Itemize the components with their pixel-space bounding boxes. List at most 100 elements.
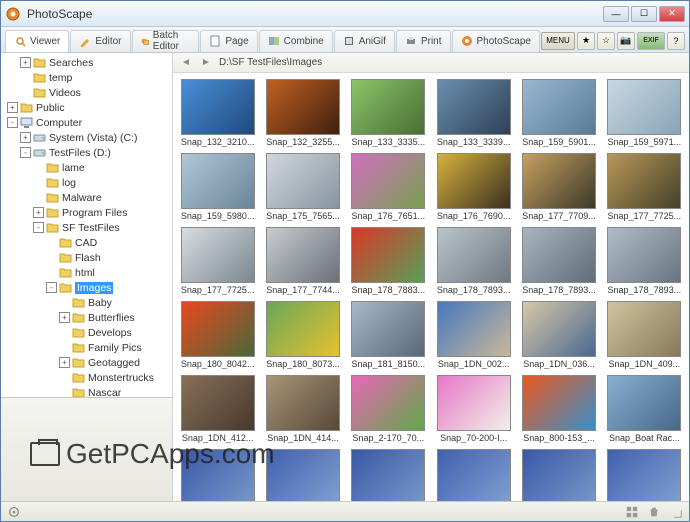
grid-view-icon[interactable] — [625, 505, 639, 519]
thumbnail-caption: Snap_1DN_036... — [523, 359, 595, 369]
thumbnail[interactable]: Snap_70-200-I... — [433, 375, 514, 443]
tree-expander-icon[interactable]: - — [33, 222, 44, 233]
thumbnail[interactable] — [518, 449, 599, 501]
thumbnail[interactable]: Snap_177_7725... — [177, 227, 258, 295]
tree-node[interactable]: -Computer — [1, 115, 172, 130]
thumbnail[interactable]: Snap_178_7893... — [518, 227, 599, 295]
tree-expander-icon[interactable]: + — [20, 132, 31, 143]
tree-node[interactable]: lame — [1, 160, 172, 175]
thumbnail[interactable]: Snap_177_7725... — [604, 153, 685, 221]
thumbnail-caption: Snap_133_3339... — [437, 137, 511, 147]
tree-node[interactable]: html — [1, 265, 172, 280]
thumbnail[interactable]: Snap_Boat Rac... — [604, 375, 685, 443]
thumbnail[interactable] — [604, 449, 685, 501]
tree-node[interactable]: +Butterflies — [1, 310, 172, 325]
thumbnail[interactable]: Snap_133_3335... — [348, 79, 429, 147]
tab-combine[interactable]: Combine — [259, 30, 333, 52]
thumbnail-image — [351, 449, 425, 501]
thumbnail[interactable]: Snap_178_7893... — [604, 227, 685, 295]
tree-node[interactable]: Develops — [1, 325, 172, 340]
tree-node[interactable]: +System (Vista) (C:) — [1, 130, 172, 145]
close-button[interactable]: ✕ — [659, 6, 685, 22]
thumbnail[interactable] — [348, 449, 429, 501]
tree-node[interactable]: Family Pics — [1, 340, 172, 355]
thumbnail[interactable]: Snap_159_5980... — [177, 153, 258, 221]
tree-node[interactable]: Videos — [1, 85, 172, 100]
nav-forward-icon[interactable]: ► — [199, 56, 213, 70]
maximize-button[interactable]: ☐ — [631, 6, 657, 22]
resize-grip-icon[interactable] — [669, 505, 683, 519]
thumbnail[interactable] — [177, 449, 258, 501]
thumbnail[interactable]: Snap_176_7690... — [433, 153, 514, 221]
thumbnail-scroll[interactable]: Snap_132_3210...Snap_132_3255...Snap_133… — [173, 73, 689, 501]
thumbnail[interactable]: Snap_178_7893... — [433, 227, 514, 295]
thumbnail[interactable]: Snap_1DN_409... — [604, 301, 685, 369]
thumbnail[interactable]: Snap_132_3210... — [177, 79, 258, 147]
tree-label: Monstertrucks — [88, 372, 154, 384]
tree-node[interactable]: +Searches — [1, 55, 172, 70]
tree-node[interactable]: Flash — [1, 250, 172, 265]
thumbnail[interactable] — [262, 449, 343, 501]
trash-icon[interactable] — [647, 505, 661, 519]
exif-badge[interactable]: EXIF — [637, 32, 665, 50]
tab-photoscape[interactable]: PhotoScape — [452, 30, 541, 52]
tree-node[interactable]: -Images — [1, 280, 172, 295]
camera-icon[interactable]: 📷 — [617, 32, 635, 50]
tree-expander-icon[interactable]: - — [7, 117, 18, 128]
thumbnail-caption: Snap_178_7893... — [522, 285, 596, 295]
tree-node[interactable]: Malware — [1, 190, 172, 205]
help-icon[interactable]: ? — [667, 32, 685, 50]
thumbnail[interactable]: Snap_177_7744... — [262, 227, 343, 295]
thumbnail[interactable]: Snap_176_7651... — [348, 153, 429, 221]
tree-node[interactable]: -SF TestFiles — [1, 220, 172, 235]
tree-expander-icon[interactable]: - — [46, 282, 57, 293]
tree-node[interactable]: log — [1, 175, 172, 190]
folder-tree[interactable]: +SearchestempVideos+Public-Computer+Syst… — [1, 53, 172, 397]
tab-batch-editor[interactable]: Batch Editor — [132, 30, 200, 52]
tree-expander-icon[interactable]: + — [33, 207, 44, 218]
thumbnail[interactable]: Snap_1DN_414... — [262, 375, 343, 443]
thumbnail[interactable]: Snap_1DN_036... — [518, 301, 599, 369]
tab-viewer[interactable]: Viewer — [5, 30, 69, 52]
thumbnail[interactable]: Snap_177_7709... — [518, 153, 599, 221]
thumbnail[interactable]: Snap_181_8150... — [348, 301, 429, 369]
thumbnail[interactable]: Snap_159_5971... — [604, 79, 685, 147]
thumbnail[interactable]: Snap_180_8073... — [262, 301, 343, 369]
settings-icon[interactable] — [7, 505, 21, 519]
tree-node[interactable]: +Geotagged — [1, 355, 172, 370]
thumbnail[interactable]: Snap_800-153_... — [518, 375, 599, 443]
thumbnail[interactable]: Snap_2-170_70... — [348, 375, 429, 443]
tree-node[interactable]: +Public — [1, 100, 172, 115]
thumbnail[interactable] — [433, 449, 514, 501]
tree-node[interactable]: temp — [1, 70, 172, 85]
tree-expander-icon[interactable]: - — [20, 147, 31, 158]
tree-node[interactable]: CAD — [1, 235, 172, 250]
thumbnail[interactable]: Snap_175_7565... — [262, 153, 343, 221]
thumbnail[interactable]: Snap_132_3255... — [262, 79, 343, 147]
thumbnail[interactable]: Snap_178_7883... — [348, 227, 429, 295]
thumbnail[interactable]: Snap_159_5901... — [518, 79, 599, 147]
thumbnail[interactable]: Snap_133_3339... — [433, 79, 514, 147]
tab-page[interactable]: Page — [200, 30, 257, 52]
thumbnail[interactable]: Snap_180_8042... — [177, 301, 258, 369]
tree-node[interactable]: Nascar — [1, 385, 172, 397]
minimize-button[interactable]: ― — [603, 6, 629, 22]
thumbnail-caption: Snap_159_5980... — [181, 211, 255, 221]
tree-node[interactable]: +Program Files — [1, 205, 172, 220]
tree-node[interactable]: -TestFiles (D:) — [1, 145, 172, 160]
menu-button[interactable]: MENU — [541, 32, 575, 50]
tree-node[interactable]: Monstertrucks — [1, 370, 172, 385]
thumbnail[interactable]: Snap_1DN_002... — [433, 301, 514, 369]
tab-editor[interactable]: Editor — [70, 30, 130, 52]
star-outline-icon[interactable]: ☆ — [597, 32, 615, 50]
tree-expander-icon[interactable]: + — [59, 357, 70, 368]
tree-expander-icon[interactable]: + — [59, 312, 70, 323]
tab-print[interactable]: Print — [396, 30, 451, 52]
star-icon[interactable]: ★ — [577, 32, 595, 50]
tab-anigif[interactable]: AniGif — [334, 30, 395, 52]
nav-back-icon[interactable]: ◄ — [179, 56, 193, 70]
tree-expander-icon[interactable]: + — [20, 57, 31, 68]
thumbnail[interactable]: Snap_1DN_412... — [177, 375, 258, 443]
tree-node[interactable]: Baby — [1, 295, 172, 310]
tree-expander-icon[interactable]: + — [7, 102, 18, 113]
